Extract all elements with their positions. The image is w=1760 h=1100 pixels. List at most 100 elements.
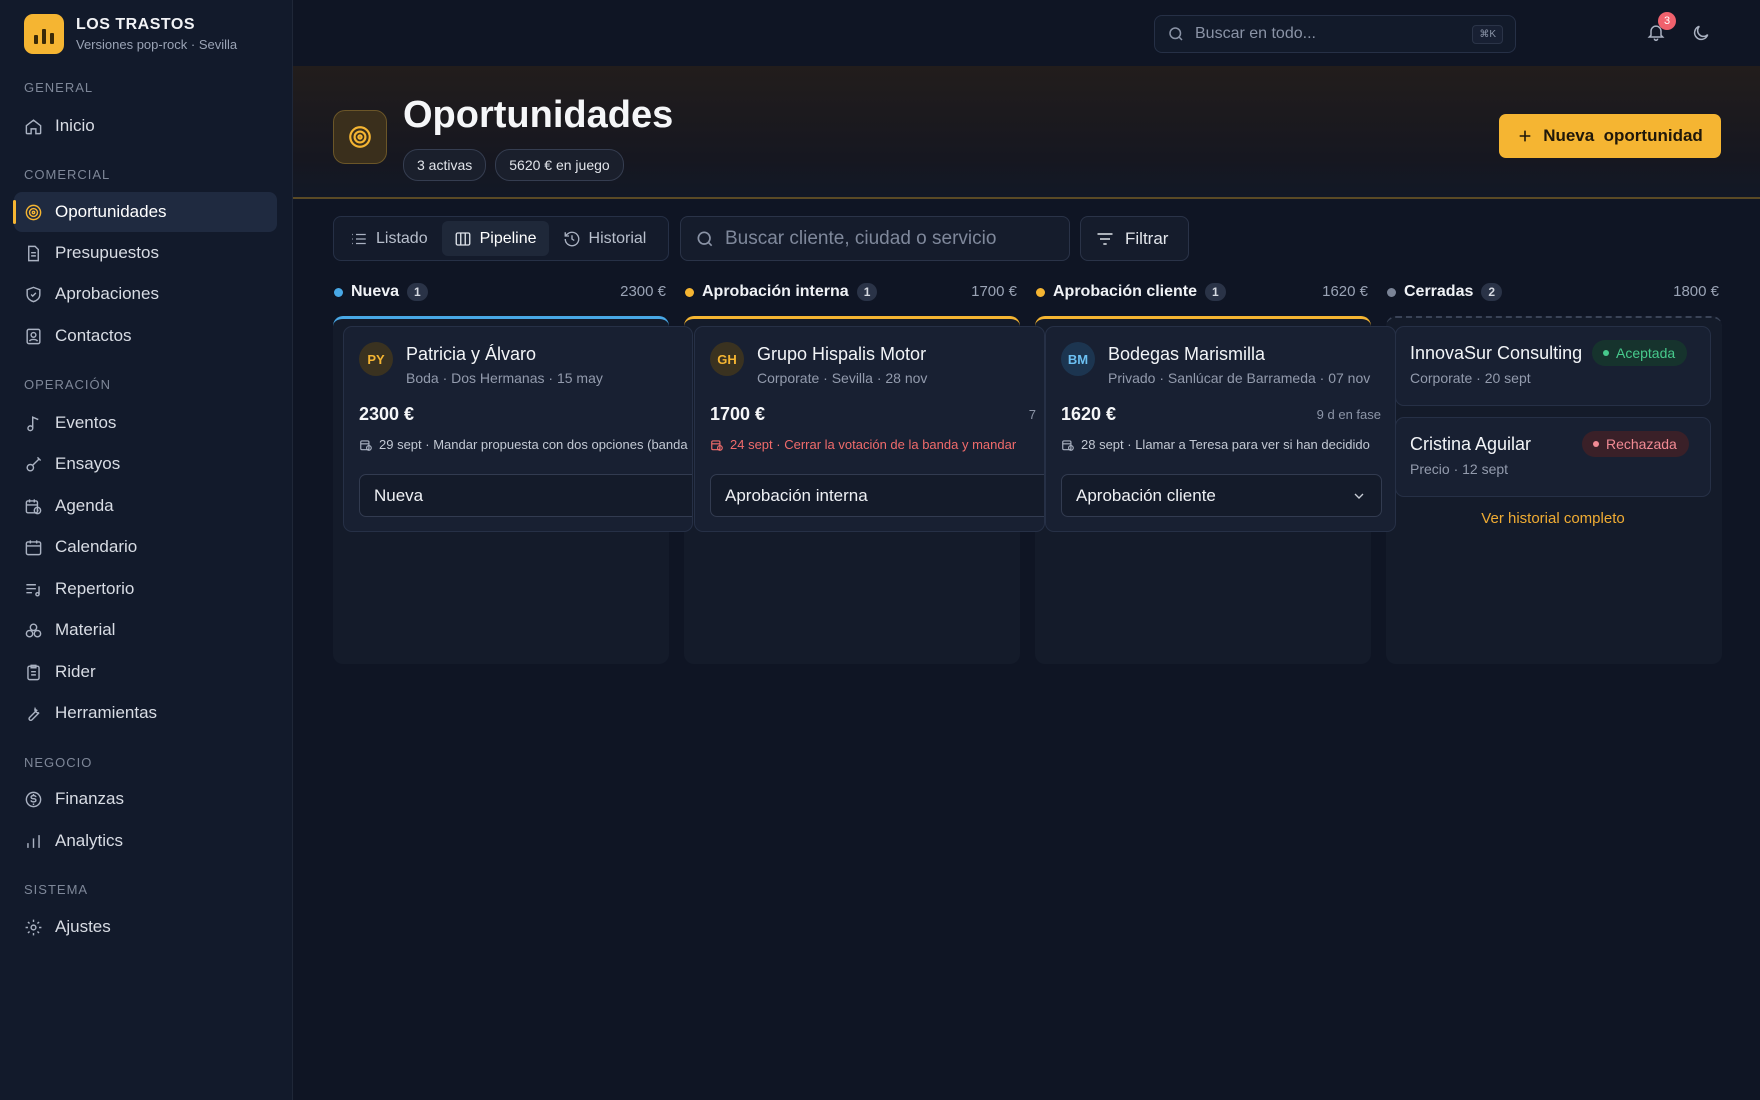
board-search-placeholder: Buscar cliente, ciudad o servicio [725, 227, 997, 249]
sidebar-item-herramientas[interactable]: Herramientas [14, 693, 277, 733]
calendar-clock-icon [711, 439, 723, 451]
column-title: Aprobación interna [702, 283, 849, 300]
calendar-clock-icon [1062, 439, 1074, 451]
sidebar-item-label: Contactos [55, 326, 132, 345]
stage-select[interactable]: Nueva [359, 474, 692, 517]
global-search-placeholder: Buscar en todo... [1195, 25, 1316, 42]
stage-dot [1036, 287, 1045, 297]
calendar-clock-icon [360, 439, 372, 451]
moon-icon[interactable] [1691, 23, 1711, 43]
sidebar-item-analytics[interactable]: Analytics [14, 821, 277, 861]
view-full-history-link[interactable]: Ver historial completo [1395, 510, 1711, 527]
opportunity-card[interactable]: PY Patricia y Álvaro Boda · Dos Hermanas… [343, 326, 693, 532]
column-header-aprobacion-cliente: Aprobación cliente 1 [1036, 280, 1226, 304]
sidebar-item-label: Aprobaciones [55, 284, 159, 303]
next-task-text: 29 sept · Mandar propuesta con dos opcio… [379, 437, 688, 452]
history-icon [564, 231, 579, 246]
sidebar-item-label: Repertorio [55, 579, 135, 598]
opportunity-amount: 1620 € [1061, 404, 1117, 424]
tab-listado[interactable]: Listado [338, 221, 440, 256]
sidebar-item-label: Eventos [55, 413, 117, 432]
sidebar-item-eventos[interactable]: Eventos [14, 403, 277, 443]
stage-select-value: Nueva [374, 485, 424, 505]
stage-select[interactable]: Aprobación interna [710, 474, 1044, 517]
sidebar-item-label: Material [55, 620, 116, 639]
sidebar-item-ajustes[interactable]: Ajustes [14, 907, 277, 947]
next-task: 24 sept · Cerrar la votación de la banda… [710, 437, 1016, 452]
opportunity-card[interactable]: GH Grupo Hispalis Motor Corporate · Sevi… [694, 326, 1045, 532]
target-icon [25, 204, 42, 220]
nav-section-comercial: COMERCIAL [24, 167, 111, 182]
client-name: Patricia y Álvaro [406, 344, 537, 364]
sidebar-item-aprobaciones[interactable]: Aprobaciones [14, 274, 277, 314]
sidebar-item-oportunidades[interactable]: Oportunidades [13, 192, 277, 232]
sidebar-item-ensayos[interactable]: Ensayos [14, 444, 277, 484]
tab-label: Listado [376, 229, 428, 247]
client-meta: Corporate · Sevilla · 28 nov [757, 370, 928, 386]
column-count: 1 [407, 283, 428, 301]
calendar-clock-icon [25, 498, 42, 514]
client-meta: Corporate · 20 sept [1410, 370, 1531, 386]
document-icon [28, 245, 39, 261]
chevron-down-icon [1354, 493, 1364, 499]
search-icon [1169, 27, 1183, 41]
opportunity-card[interactable]: BM Bodegas Marismilla Privado · Sanlúcar… [1045, 326, 1396, 532]
client-name: Bodegas Marismilla [1108, 344, 1266, 364]
sidebar-item-repertorio[interactable]: Repertorio [14, 569, 277, 609]
new-opportunity-label: Nueva oportunidad [1543, 126, 1703, 145]
nav-section-operacion: OPERACIÓN [24, 377, 112, 392]
sidebar-item-inicio[interactable]: Inicio [14, 106, 277, 146]
brand[interactable]: LOS TRASTOS Versiones pop-rock · Sevilla [24, 14, 237, 54]
target-icon [333, 110, 387, 164]
stage-select[interactable]: Aprobación cliente [1061, 474, 1382, 517]
sidebar-item-finanzas[interactable]: Finanzas [14, 779, 277, 819]
next-task: 28 sept · Llamar a Teresa para ver si ha… [1061, 437, 1370, 452]
music-note-icon [27, 415, 39, 431]
sidebar-item-presupuestos[interactable]: Presupuestos [14, 233, 277, 273]
sidebar-item-label: Calendario [55, 537, 138, 556]
client-name: Grupo Hispalis Motor [757, 344, 927, 364]
avatar: PY [359, 342, 393, 376]
filter-icon [1097, 232, 1113, 245]
sidebar-item-label: Analytics [55, 831, 124, 850]
sidebar-item-label: Ajustes [55, 917, 111, 936]
closed-card[interactable]: InnovaSur Consulting Corporate · 20 sept… [1395, 326, 1711, 406]
stage-select-value: Aprobación cliente [1076, 485, 1216, 505]
sidebar-item-material[interactable]: Material [14, 610, 277, 650]
new-opportunity-button[interactable]: Nueva oportunidad [1499, 114, 1721, 158]
next-task-text: 24 sept · Cerrar la votación de la banda… [730, 437, 1017, 452]
sidebar-item-label: Presupuestos [55, 243, 159, 262]
stage-dot [685, 287, 694, 297]
column-total: 1800 € [1673, 283, 1719, 300]
dollar-circle-icon [25, 791, 42, 807]
filter-label: Filtrar [1125, 228, 1169, 248]
value-in-play-pill: 5620 € en juego [495, 149, 624, 181]
next-task-text: 28 sept · Llamar a Teresa para ver si ha… [1081, 437, 1370, 452]
column-count: 1 [856, 283, 878, 301]
opportunity-amount: 1700 € [710, 404, 766, 424]
sidebar-item-label: Finanzas [55, 789, 124, 808]
plus-icon [1519, 130, 1531, 142]
stage-select-value: Aprobación interna [725, 485, 868, 505]
sidebar-item-label: Oportunidades [55, 202, 167, 221]
music-list-icon [26, 583, 40, 597]
filter-button[interactable]: Filtrar [1080, 216, 1189, 261]
opportunity-amount: 2300 € [359, 404, 415, 424]
days-in-stage: 7 [1028, 407, 1036, 422]
brand-subtitle: Versiones pop-rock · Sevilla [76, 37, 238, 52]
tab-historial[interactable]: Historial [551, 221, 659, 256]
board-search-input[interactable]: Buscar cliente, ciudad o servicio [680, 216, 1070, 261]
list-icon [352, 233, 366, 244]
sidebar-item-rider[interactable]: Rider [14, 652, 277, 692]
next-task: 29 sept · Mandar propuesta con dos opcio… [359, 437, 688, 452]
sidebar-item-contactos[interactable]: Contactos [14, 316, 277, 356]
tab-pipeline[interactable]: Pipeline [441, 221, 549, 256]
global-search-input[interactable]: Buscar en todo... ⌘K [1154, 15, 1516, 53]
clipboard-icon [27, 664, 40, 680]
column-title: Cerradas [1404, 283, 1474, 300]
column-count: 1 [1205, 283, 1226, 301]
sidebar-item-calendario[interactable]: Calendario [14, 527, 277, 567]
sidebar-item-agenda[interactable]: Agenda [14, 486, 277, 526]
closed-card[interactable]: Cristina Aguilar Precio · 12 sept Rechaz… [1395, 417, 1711, 497]
gear-icon [25, 919, 42, 935]
